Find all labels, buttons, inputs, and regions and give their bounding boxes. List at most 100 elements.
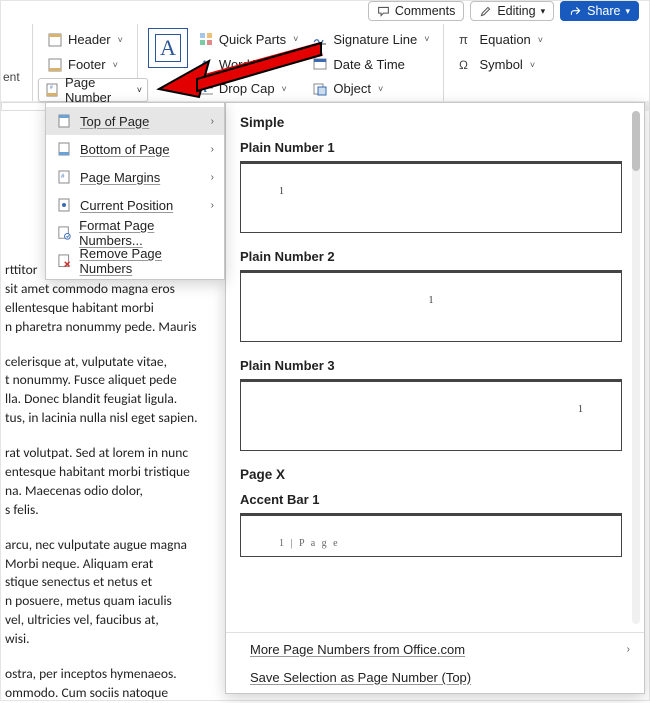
- symbol-button[interactable]: Ω Symbol ˅: [454, 53, 547, 76]
- wordart-icon: A: [198, 56, 214, 72]
- signature-label: Signature Line: [333, 32, 417, 47]
- preview-number: 1: [279, 186, 284, 197]
- menu-remove-page-numbers[interactable]: Remove Page Numbers: [46, 247, 224, 275]
- preview-number: 1: [429, 295, 434, 306]
- signature-line-button[interactable]: Signature Line ˅: [308, 28, 433, 51]
- object-icon: [312, 81, 328, 97]
- page-margins-icon: #: [56, 169, 72, 185]
- share-label: Share: [587, 4, 620, 18]
- ruler[interactable]: [1, 102, 46, 111]
- menu-label: Top of Page: [80, 114, 149, 129]
- menu-label: Remove Page Numbers: [80, 246, 214, 276]
- chevron-down-icon: ˅: [137, 85, 142, 95]
- object-button[interactable]: Object ˅: [308, 77, 433, 100]
- textbox-icon: A: [148, 28, 188, 68]
- preview-number: 1: [578, 404, 583, 415]
- save-selection-button[interactable]: Save Selection as Page Number (Top): [226, 663, 644, 691]
- page-number-gallery: Simple Plain Number 1 1 Plain Number 2 1…: [225, 102, 645, 694]
- comments-label: Comments: [395, 4, 455, 18]
- equation-button[interactable]: π Equation ˅: [454, 28, 547, 51]
- chevron-down-icon: ˅: [530, 60, 535, 70]
- gallery-item-plain-1[interactable]: 1: [240, 161, 622, 233]
- current-position-icon: [56, 197, 72, 213]
- equation-label: Equation: [479, 32, 530, 47]
- ribbon-group-symbols: π Equation ˅ Ω Symbol ˅: [444, 24, 557, 102]
- scrollbar-track[interactable]: [632, 111, 640, 624]
- textbox-button[interactable]: A: [148, 28, 188, 100]
- chevron-down-icon: ˅: [378, 84, 383, 94]
- editing-button[interactable]: Editing ▾: [470, 1, 554, 21]
- gallery-item-plain-3[interactable]: 1: [240, 379, 622, 451]
- menu-bottom-of-page[interactable]: Bottom of Page ›: [46, 135, 224, 163]
- more-label: More Page Numbers from Office.com: [250, 642, 465, 657]
- quick-parts-button[interactable]: Quick Parts ˅: [194, 28, 302, 51]
- symbol-label: Symbol: [479, 57, 522, 72]
- ribbon-group-fragment: ent: [1, 24, 33, 102]
- menu-label: Current Position: [80, 198, 173, 213]
- submenu-arrow-icon: ›: [211, 144, 214, 155]
- comments-button[interactable]: Comments: [368, 1, 464, 21]
- more-from-office-button[interactable]: More Page Numbers from Office.com ›: [226, 635, 644, 663]
- wordart-button[interactable]: A WordArt: [194, 53, 302, 76]
- chevron-down-icon: ▾: [625, 6, 630, 17]
- drop-cap-icon: A: [198, 81, 214, 97]
- menu-top-of-page[interactable]: Top of Page ›: [46, 107, 224, 135]
- menu-current-position[interactable]: Current Position ›: [46, 191, 224, 219]
- menu-label: Bottom of Page: [80, 142, 170, 157]
- page-number-button[interactable]: # Page Number ˅: [38, 78, 148, 102]
- header-button[interactable]: Header ˅: [43, 28, 127, 51]
- page-top-icon: [56, 113, 72, 129]
- format-icon: [56, 225, 71, 241]
- date-time-label: Date & Time: [333, 57, 405, 72]
- gallery-item-title: Plain Number 3: [240, 358, 622, 373]
- gallery-item-accent-1[interactable]: 1 | P a g e: [240, 513, 622, 557]
- chevron-down-icon: ˅: [113, 60, 118, 70]
- gallery-scroll[interactable]: Simple Plain Number 1 1 Plain Number 2 1…: [226, 103, 644, 632]
- menu-page-margins[interactable]: # Page Margins ›: [46, 163, 224, 191]
- submenu-arrow-icon: ›: [211, 200, 214, 211]
- share-icon: [569, 5, 582, 18]
- ribbon-group-text: A Quick Parts ˅ A WordArt A Drop Cap ˅ S…: [138, 24, 445, 102]
- remove-icon: [56, 253, 72, 269]
- symbol-icon: Ω: [458, 57, 474, 73]
- scrollbar-thumb[interactable]: [632, 111, 640, 171]
- gallery-footer: More Page Numbers from Office.com › Save…: [226, 632, 644, 693]
- date-time-icon: [312, 56, 328, 72]
- chevron-down-icon: ˅: [538, 35, 543, 45]
- submenu-arrow-icon: ›: [211, 116, 214, 127]
- share-button[interactable]: Share ▾: [560, 1, 639, 21]
- gallery-section-simple: Simple: [240, 115, 622, 130]
- footer-label: Footer: [68, 57, 106, 72]
- chevron-down-icon: ▾: [541, 6, 546, 17]
- gallery-item-title: Plain Number 2: [240, 249, 622, 264]
- svg-text:A: A: [199, 83, 207, 95]
- drop-cap-label: Drop Cap: [219, 81, 275, 96]
- svg-text:Ω: Ω: [459, 58, 468, 72]
- menu-label: Page Margins: [80, 170, 160, 185]
- svg-text:π: π: [459, 32, 468, 47]
- page-number-label: Page Number: [65, 75, 132, 105]
- editing-label: Editing: [497, 4, 535, 18]
- quick-parts-label: Quick Parts: [219, 32, 286, 47]
- object-label: Object: [333, 81, 371, 96]
- drop-cap-button[interactable]: A Drop Cap ˅: [194, 77, 302, 100]
- equation-icon: π: [458, 32, 474, 48]
- footer-icon: [47, 57, 63, 73]
- pencil-icon: [479, 5, 492, 18]
- header-label: Header: [68, 32, 111, 47]
- comment-icon: [377, 5, 390, 18]
- gallery-item-plain-2[interactable]: 1: [240, 270, 622, 342]
- footer-button[interactable]: Footer ˅: [43, 53, 127, 76]
- gallery-section-pagex: Page X: [240, 467, 622, 482]
- page-number-menu: Top of Page › Bottom of Page › # Page Ma…: [45, 102, 225, 280]
- chevron-down-icon: ˅: [282, 84, 287, 94]
- wordart-label: WordArt: [219, 57, 266, 72]
- svg-text:A: A: [199, 57, 208, 71]
- label-fragment: ent: [3, 70, 22, 84]
- header-icon: [47, 32, 63, 48]
- menu-format-page-numbers[interactable]: Format Page Numbers...: [46, 219, 224, 247]
- titlebar: Comments Editing ▾ Share ▾: [362, 1, 645, 21]
- quick-parts-icon: [198, 31, 214, 47]
- date-time-button[interactable]: Date & Time: [308, 53, 433, 76]
- gallery-item-title: Plain Number 1: [240, 140, 622, 155]
